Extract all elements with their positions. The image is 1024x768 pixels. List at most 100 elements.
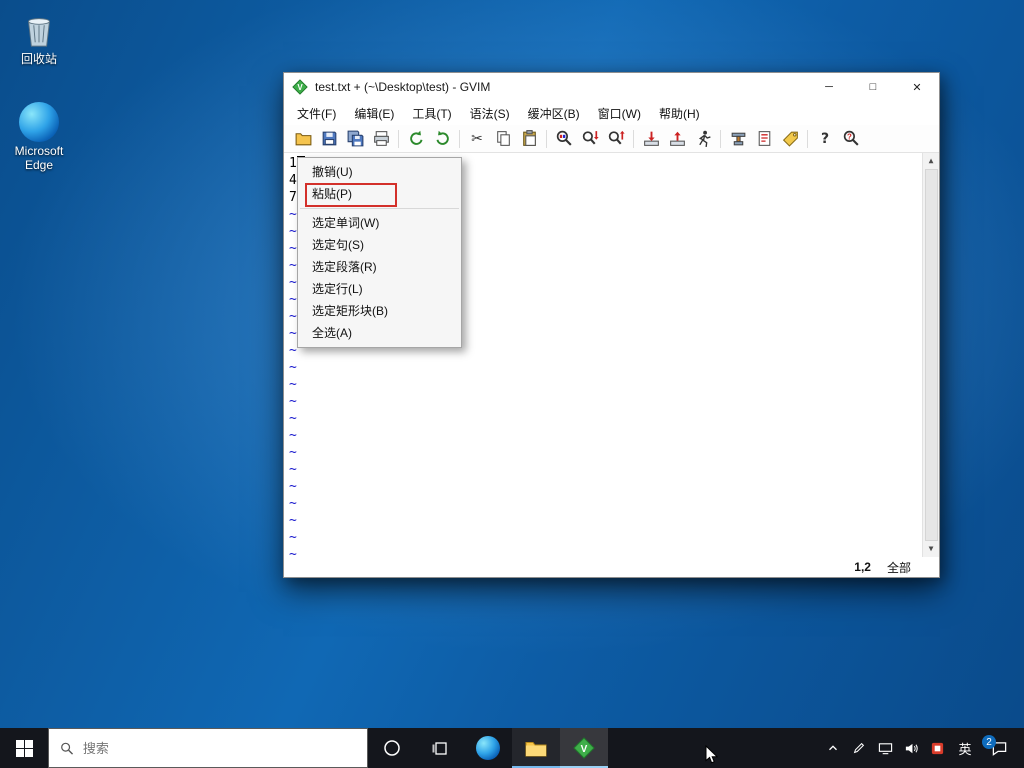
pen-icon (852, 741, 866, 755)
svg-text:?: ? (846, 132, 851, 141)
tag-jump-icon (781, 129, 800, 148)
buffer-char: 1 (289, 156, 297, 171)
taskbar-gvim-button[interactable]: V (560, 728, 608, 768)
scroll-up-arrow[interactable]: ▲ (929, 156, 934, 166)
task-view-icon (430, 738, 450, 758)
action-center-button[interactable]: 2 (980, 728, 1018, 768)
toolbar-redo-button[interactable] (430, 127, 454, 151)
scrollbar-thumb[interactable] (925, 169, 938, 541)
tilde-line: ~ (289, 529, 305, 546)
toolbar-cut-button[interactable]: ✂ (465, 127, 489, 151)
tilde-line: ~ (289, 478, 305, 495)
desktop-icon-recycle-bin[interactable]: 回收站 (0, 8, 78, 66)
cortana-icon (382, 738, 402, 758)
context-menu-item-paste[interactable]: 粘贴(P) (298, 183, 461, 205)
toolbar-copy-button[interactable] (491, 127, 515, 151)
toolbar-tag-jump-button[interactable] (778, 127, 802, 151)
input-language-indicator[interactable]: 英 (950, 728, 980, 768)
context-menu-item-select-all[interactable]: 全选(A) (298, 322, 461, 344)
load-session-icon (642, 129, 661, 148)
toolbar-print-button[interactable] (369, 127, 393, 151)
desktop-icon-label: Microsoft Edge (0, 144, 78, 172)
editor-area[interactable]: 124578~~~~~~~~~~~~~~~~~~~~~ ▲ ▼ 撤销(U)粘贴(… (284, 153, 939, 557)
tilde-line: ~ (289, 495, 305, 512)
run-ctags-icon (755, 129, 774, 148)
scroll-down-arrow[interactable]: ▼ (929, 544, 934, 554)
gvim-window: V test.txt + (~\Desktop\test) - GVIM ─ □… (283, 72, 940, 578)
cortana-button[interactable] (368, 728, 416, 768)
menubar-item-tools[interactable]: 工具(T) (403, 102, 460, 125)
context-menu-item-select-block[interactable]: 选定矩形块(B) (298, 300, 461, 322)
start-button[interactable] (0, 728, 48, 768)
context-menu-item-undo[interactable]: 撤销(U) (298, 161, 461, 183)
make-icon (729, 129, 748, 148)
tilde-line: ~ (289, 410, 305, 427)
volume-tray-button[interactable] (898, 728, 924, 768)
system-tray: 英 2 (820, 728, 1024, 768)
toolbar-paste-button[interactable] (517, 127, 541, 151)
context-menu-item-select-sentence[interactable]: 选定句(S) (298, 234, 461, 256)
context-menu-item-select-paragraph[interactable]: 选定段落(R) (298, 256, 461, 278)
network-icon (878, 741, 893, 756)
toolbar-undo-button[interactable] (404, 127, 428, 151)
tilde-line: ~ (289, 512, 305, 529)
print-icon (372, 129, 391, 148)
search-input[interactable] (83, 741, 356, 756)
menubar-item-help[interactable]: 帮助(H) (650, 102, 709, 125)
toolbar-find-next-button[interactable] (578, 127, 602, 151)
show-hidden-icons-button[interactable] (820, 728, 846, 768)
run-script-icon (694, 129, 713, 148)
copy-icon (494, 129, 513, 148)
status-bar: 1,2 全部 (284, 557, 939, 577)
help-icon: ? (821, 132, 829, 146)
pen-tray-button[interactable] (846, 728, 872, 768)
taskbar-file-explorer-button[interactable] (512, 728, 560, 768)
desktop-background: 回收站 Microsoft Edge V test.txt + (~\Deskt… (0, 0, 1024, 768)
minimize-button[interactable]: ─ (807, 73, 851, 101)
toolbar-open-button[interactable] (291, 127, 315, 151)
menubar-item-edit[interactable]: 编辑(E) (345, 102, 403, 125)
toolbar-separator (629, 130, 638, 148)
menubar-item-file[interactable]: 文件(F) (288, 102, 345, 125)
network-tray-button[interactable] (872, 728, 898, 768)
save-all-icon (346, 129, 365, 148)
redo-icon (433, 129, 452, 148)
notification-badge: 2 (982, 735, 996, 749)
task-view-button[interactable] (416, 728, 464, 768)
context-menu-item-select-line[interactable]: 选定行(L) (298, 278, 461, 300)
ime-app-tray-button[interactable] (924, 728, 950, 768)
scrollbar[interactable]: ▲ ▼ (922, 153, 939, 557)
tilde-line: ~ (289, 444, 305, 461)
toolbar-load-session-button[interactable] (639, 127, 663, 151)
menubar-item-syntax[interactable]: 语法(S) (461, 102, 519, 125)
menubar-item-window[interactable]: 窗口(W) (589, 102, 650, 125)
toolbar-help-button[interactable]: ? (813, 127, 837, 151)
scroll-position-label: 全部 (887, 559, 911, 576)
toolbar-save-all-button[interactable] (343, 127, 367, 151)
maximize-button[interactable]: □ (851, 73, 895, 101)
save-icon (320, 129, 339, 148)
find-prev-icon (607, 129, 626, 148)
tilde-line: ~ (289, 546, 305, 557)
taskbar-search[interactable] (48, 728, 368, 768)
toolbar-separator (394, 130, 403, 148)
gvim-logo-icon: V (292, 79, 308, 95)
desktop-icon-microsoft-edge[interactable]: Microsoft Edge (0, 100, 78, 172)
toolbar-save-session-button[interactable] (665, 127, 689, 151)
toolbar-find-replace-button[interactable] (552, 127, 576, 151)
gvim-icon: V (572, 736, 596, 760)
open-icon (294, 129, 313, 148)
toolbar-run-script-button[interactable] (691, 127, 715, 151)
search-icon (60, 741, 74, 756)
close-button[interactable]: ✕ (895, 73, 939, 101)
cut-icon: ✂ (471, 132, 483, 146)
context-menu-item-select-word[interactable]: 选定单词(W) (298, 212, 461, 234)
taskbar-edge-button[interactable] (464, 728, 512, 768)
undo-icon (407, 129, 426, 148)
toolbar-run-ctags-button[interactable] (752, 127, 776, 151)
toolbar-find-help-button[interactable]: ? (839, 127, 863, 151)
menubar-item-buffers[interactable]: 缓冲区(B) (519, 102, 589, 125)
toolbar-find-prev-button[interactable] (604, 127, 628, 151)
toolbar-save-button[interactable] (317, 127, 341, 151)
toolbar-make-button[interactable] (726, 127, 750, 151)
